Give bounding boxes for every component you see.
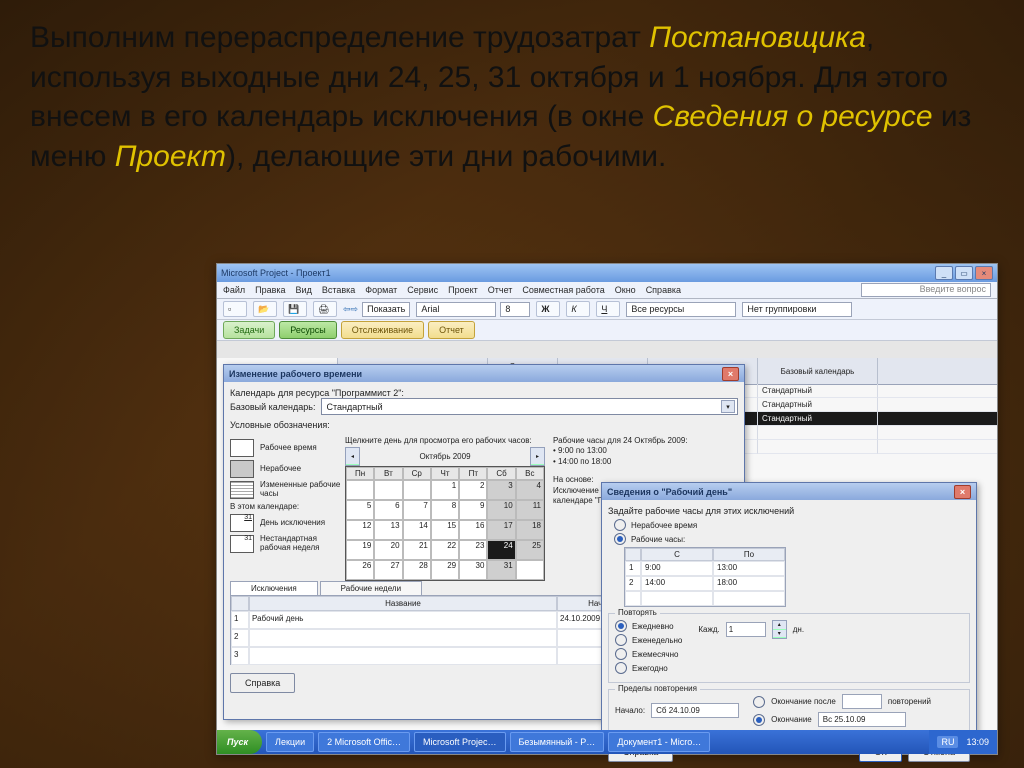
app-title: Microsoft Project - Проект1 (221, 268, 331, 278)
dlg2-close-icon[interactable]: × (954, 485, 971, 499)
dlg1-close-icon[interactable]: × (722, 367, 739, 381)
month-next-icon[interactable]: ▸ (530, 447, 545, 466)
chevron-down-icon[interactable]: ▾ (721, 400, 735, 413)
legend-chg-icon (230, 481, 254, 499)
app-window: Microsoft Project - Проект1 _ ▭ × Файл П… (216, 263, 998, 755)
radio-working[interactable] (614, 533, 626, 545)
legend-title: Условные обозначения: (230, 420, 738, 430)
every-n-input[interactable]: 1 (726, 622, 766, 637)
start-label: Пуск (227, 737, 248, 747)
month-prev-icon[interactable]: ◂ (345, 447, 360, 466)
close-icon[interactable]: × (975, 266, 993, 280)
menu-collab[interactable]: Совместная работа (522, 285, 604, 295)
menu-window[interactable]: Окно (615, 285, 636, 295)
menu-file[interactable]: Файл (223, 285, 245, 295)
dlg-exception-details: Сведения о "Рабочий день" × Задайте рабо… (601, 482, 977, 746)
base-calendar-combo[interactable]: Стандартный▾ (321, 398, 738, 415)
radio-end-by[interactable] (753, 714, 765, 726)
radio-daily[interactable] (615, 620, 627, 632)
minimize-icon[interactable]: _ (935, 266, 953, 280)
em-postanovshik: Постановщика (649, 21, 866, 54)
menu-insert[interactable]: Вставка (322, 285, 355, 295)
maximize-icon[interactable]: ▭ (955, 266, 973, 280)
menu-project[interactable]: Проект (448, 285, 478, 295)
task-item[interactable]: Лекции (266, 732, 314, 752)
res-label: Календарь для ресурса "Программист 2": (230, 388, 738, 398)
lang-indicator[interactable]: RU (937, 736, 958, 748)
base-calendar-label: Базовый календарь: (230, 402, 315, 412)
legend-work-icon (230, 439, 254, 457)
every-stepper[interactable]: ▴▾ (772, 620, 787, 639)
menu-help[interactable]: Справка (646, 285, 681, 295)
clock: 13:09 (966, 737, 989, 747)
em-proekt: Проект (115, 140, 226, 173)
italic-icon[interactable]: К (566, 301, 590, 317)
tray: RU 13:09 (929, 730, 997, 754)
task-item[interactable]: Документ1 - Micro… (608, 732, 710, 752)
tab-exceptions[interactable]: Исключения (230, 581, 318, 595)
menu-format[interactable]: Формат (365, 285, 397, 295)
tb-open-icon[interactable]: 📂 (253, 301, 277, 317)
show-combo[interactable]: Показать (362, 302, 410, 317)
task-item[interactable]: Безымянный - P… (510, 732, 605, 752)
bold-icon[interactable]: Ж (536, 301, 560, 317)
tb-print-icon[interactable]: 🖨 (313, 301, 337, 317)
tb-save-icon[interactable]: 💾 (283, 301, 307, 317)
start-button[interactable]: Пуск (217, 730, 262, 754)
radio-weekly[interactable] (615, 634, 627, 646)
radio-nonworking[interactable] (614, 519, 626, 531)
start-date[interactable]: Сб 24.10.09 (651, 703, 739, 718)
radio-end-after[interactable] (753, 696, 765, 708)
group-combo[interactable]: Нет группировки (742, 302, 852, 317)
ask-box[interactable]: Введите вопрос (861, 283, 991, 297)
menu-view[interactable]: Вид (296, 285, 312, 295)
em-svedeniya: Сведения о ресурсе (653, 100, 933, 133)
calendar[interactable]: Щелкните день для просмотра его рабочих … (345, 436, 545, 581)
repeat-group: Повторять Ежедневно Еженедельно Ежемесяч… (608, 613, 970, 683)
legend-nsw-icon (230, 535, 254, 553)
legend-exc-icon (230, 514, 254, 532)
dlg1-titlebar[interactable]: Изменение рабочего времени × (224, 365, 744, 382)
tb-new-icon[interactable]: ▫ (223, 301, 247, 317)
slide-paragraph: Выполним перераспределение трудозатрат П… (30, 18, 994, 176)
pill-tracking[interactable]: Отслеживание (341, 321, 424, 339)
radio-yearly[interactable] (615, 662, 627, 674)
titlebar: Microsoft Project - Проект1 _ ▭ × (217, 264, 997, 282)
col-extra (877, 358, 997, 384)
tab-workweeks[interactable]: Рабочие недели (320, 581, 422, 595)
text-part: ), делающие эти дни рабочими. (226, 140, 666, 173)
underline-icon[interactable]: Ч (596, 301, 620, 317)
radio-monthly[interactable] (615, 648, 627, 660)
text-part: Выполним перераспределение трудозатрат (30, 21, 649, 54)
pill-report[interactable]: Отчет (428, 321, 475, 339)
menu-report[interactable]: Отчет (488, 285, 513, 295)
col-basecal: Базовый календарь (757, 358, 877, 384)
pill-tasks[interactable]: Задачи (223, 321, 275, 339)
help-button[interactable]: Справка (230, 673, 295, 693)
legend-non-icon (230, 460, 254, 478)
taskbar: Пуск Лекции 2 Microsoft Offic… Microsoft… (217, 730, 997, 754)
menu-edit[interactable]: Правка (255, 285, 285, 295)
hours-grid[interactable]: СПо 19:0013:00 214:0018:00 (624, 547, 786, 607)
task-item[interactable]: 2 Microsoft Offic… (318, 732, 410, 752)
font-combo[interactable]: Arial (416, 302, 496, 317)
legend: Рабочее время Нерабочее Измененные рабоч… (230, 436, 345, 556)
month-label: Октябрь 2009 (419, 452, 470, 461)
filter-combo[interactable]: Все ресурсы (626, 302, 736, 317)
dlg2-title: Сведения о "Рабочий день" (607, 487, 732, 497)
pill-resources[interactable]: Ресурсы (279, 321, 337, 339)
dlg1-title: Изменение рабочего времени (229, 369, 362, 379)
view-bar: Задачи Ресурсы Отслеживание Отчет (217, 320, 997, 341)
menu-tools[interactable]: Сервис (407, 285, 438, 295)
end-date[interactable]: Вс 25.10.09 (818, 712, 906, 727)
range-group: Пределы повторения Начало: Сб 24.10.09 О… (608, 689, 970, 734)
menu-bar[interactable]: Файл Правка Вид Вставка Формат Сервис Пр… (217, 282, 997, 299)
dlg2-titlebar[interactable]: Сведения о "Рабочий день" × (602, 483, 976, 500)
toolbar-1: ▫ 📂 💾 🖨 ⇦⇨Показать Arial8 Ж К Ч Все ресу… (217, 299, 997, 320)
task-item-active[interactable]: Microsoft Projec… (414, 732, 506, 752)
size-combo[interactable]: 8 (500, 302, 530, 317)
occurrences-input[interactable] (842, 694, 882, 709)
dlg2-top: Задайте рабочие часы для этих исключений (608, 506, 970, 516)
